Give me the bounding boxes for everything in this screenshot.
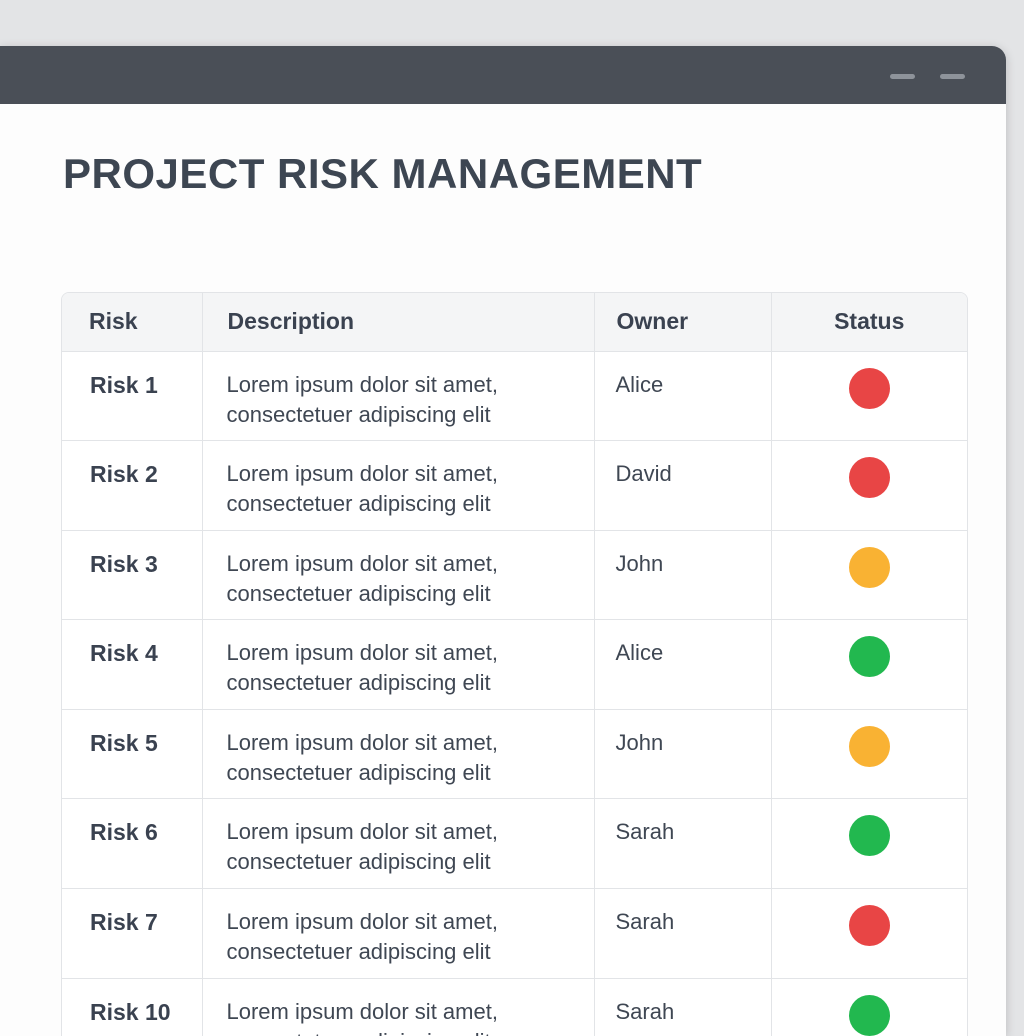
description-line-2: consectetuer adipiscing elit xyxy=(227,1027,586,1036)
table-row[interactable]: Risk 6 Lorem ipsum dolor sit amet, consec… xyxy=(62,798,967,890)
description-line-1: Lorem ipsum dolor sit amet, xyxy=(226,461,498,487)
description-line-1: Lorem ipsum dolor sit amet, xyxy=(226,640,498,666)
table-row[interactable]: Risk 5 Lorem ipsum dolor sit amet, consec… xyxy=(62,709,967,800)
status-indicator-icon xyxy=(848,546,890,588)
risk-name: Risk 4 xyxy=(62,619,203,710)
column-header-description[interactable]: Description xyxy=(202,293,595,352)
risk-name: Risk 2 xyxy=(62,440,203,531)
status-indicator-icon xyxy=(848,994,890,1036)
status-indicator-icon xyxy=(848,636,890,678)
risk-description: Lorem ipsum dolor sit amet, consectetuer … xyxy=(202,978,595,1036)
risk-name: Risk 3 xyxy=(62,530,203,621)
risk-name: Risk 10 xyxy=(62,978,203,1036)
page-title: PROJECT RISK MANAGEMENT xyxy=(63,150,703,197)
description-line-2: consectetuer adipiscing elit xyxy=(226,759,491,785)
description-line-1: Lorem ipsum dolor sit amet, xyxy=(226,371,498,397)
risk-status-cell xyxy=(771,440,967,531)
risk-description: Lorem ipsum dolor sit amet, consectetuer … xyxy=(202,619,595,710)
description-line-2: consectetuer adipiscing elit xyxy=(226,939,491,965)
risk-description: Lorem ipsum dolor sit amet, consectetuer … xyxy=(202,709,595,800)
table-row[interactable]: Risk 3 Lorem ipsum dolor sit amet, consec… xyxy=(62,530,967,621)
risk-name: Risk 6 xyxy=(62,798,203,890)
description-line-1: Lorem ipsum dolor sit amet, xyxy=(226,998,498,1024)
risk-table: Risk Description Owner Status Risk 1 Lor… xyxy=(62,293,967,1036)
column-header-risk[interactable]: Risk xyxy=(62,293,203,352)
risk-description: Lorem ipsum dolor sit amet, consectetuer … xyxy=(202,351,595,442)
risk-name: Risk 7 xyxy=(62,888,203,979)
description-line-1: Lorem ipsum dolor sit amet, xyxy=(226,729,498,755)
description-line-1: Lorem ipsum dolor sit amet, xyxy=(226,909,498,935)
table-row[interactable]: Risk 1 Lorem ipsum dolor sit amet, consec… xyxy=(62,351,967,442)
status-indicator-icon xyxy=(848,815,890,857)
risk-owner: Sarah xyxy=(594,888,772,979)
description-line-2: consectetuer adipiscing elit xyxy=(226,670,491,696)
risk-owner: David xyxy=(594,440,772,531)
risk-description: Lorem ipsum dolor sit amet, consectetuer … xyxy=(202,798,595,890)
description-line-2: consectetuer adipiscing elit xyxy=(226,849,491,875)
risk-status-cell xyxy=(771,619,967,710)
maximize-icon[interactable] xyxy=(940,74,965,79)
table-row[interactable]: Risk 10 Lorem ipsum dolor sit amet, conse… xyxy=(62,978,967,1036)
minimize-icon[interactable] xyxy=(890,74,915,79)
risk-owner: John xyxy=(594,709,772,800)
risk-status-cell xyxy=(771,798,967,890)
status-indicator-icon xyxy=(848,725,890,767)
status-indicator-icon xyxy=(848,905,890,947)
table-row[interactable]: Risk 7 Lorem ipsum dolor sit amet, consec… xyxy=(62,888,967,979)
risk-description: Lorem ipsum dolor sit amet, consectetuer … xyxy=(202,440,595,531)
risk-status-cell xyxy=(771,709,967,800)
status-indicator-icon xyxy=(848,457,890,499)
description-line-2: consectetuer adipiscing elit xyxy=(226,401,491,427)
risk-description: Lorem ipsum dolor sit amet, consectetuer … xyxy=(202,530,595,621)
description-line-1: Lorem ipsum dolor sit amet, xyxy=(226,819,498,845)
risk-description: Lorem ipsum dolor sit amet, consectetuer … xyxy=(202,888,595,979)
risk-table-container: Risk Description Owner Status Risk 1 Lor… xyxy=(61,292,968,1036)
description-line-2: consectetuer adipiscing elit xyxy=(226,491,491,517)
risk-name: Risk 1 xyxy=(62,351,203,442)
column-header-status[interactable]: Status xyxy=(771,293,967,352)
risk-owner: Sarah xyxy=(594,978,772,1036)
risk-status-cell xyxy=(771,978,967,1036)
column-header-owner[interactable]: Owner xyxy=(594,293,772,352)
table-header-row: Risk Description Owner Status xyxy=(62,293,967,352)
risk-status-cell xyxy=(771,530,967,621)
window-titlebar xyxy=(0,46,1006,104)
risk-owner: Alice xyxy=(594,351,772,442)
table-row[interactable]: Risk 4 Lorem ipsum dolor sit amet, consec… xyxy=(62,619,967,710)
risk-owner: Sarah xyxy=(594,798,772,890)
risk-owner: Alice xyxy=(594,619,772,710)
table-row[interactable]: Risk 2 Lorem ipsum dolor sit amet, consec… xyxy=(62,440,967,531)
risk-owner: John xyxy=(594,530,772,621)
risk-name: Risk 5 xyxy=(62,709,203,800)
risk-status-cell xyxy=(771,888,967,979)
app-window: PROJECT RISK MANAGEMENT Risk Description… xyxy=(0,46,1006,1036)
description-line-2: consectetuer adipiscing elit xyxy=(226,580,491,606)
description-line-1: Lorem ipsum dolor sit amet, xyxy=(226,550,498,576)
status-indicator-icon xyxy=(848,367,890,409)
risk-status-cell xyxy=(771,351,967,442)
